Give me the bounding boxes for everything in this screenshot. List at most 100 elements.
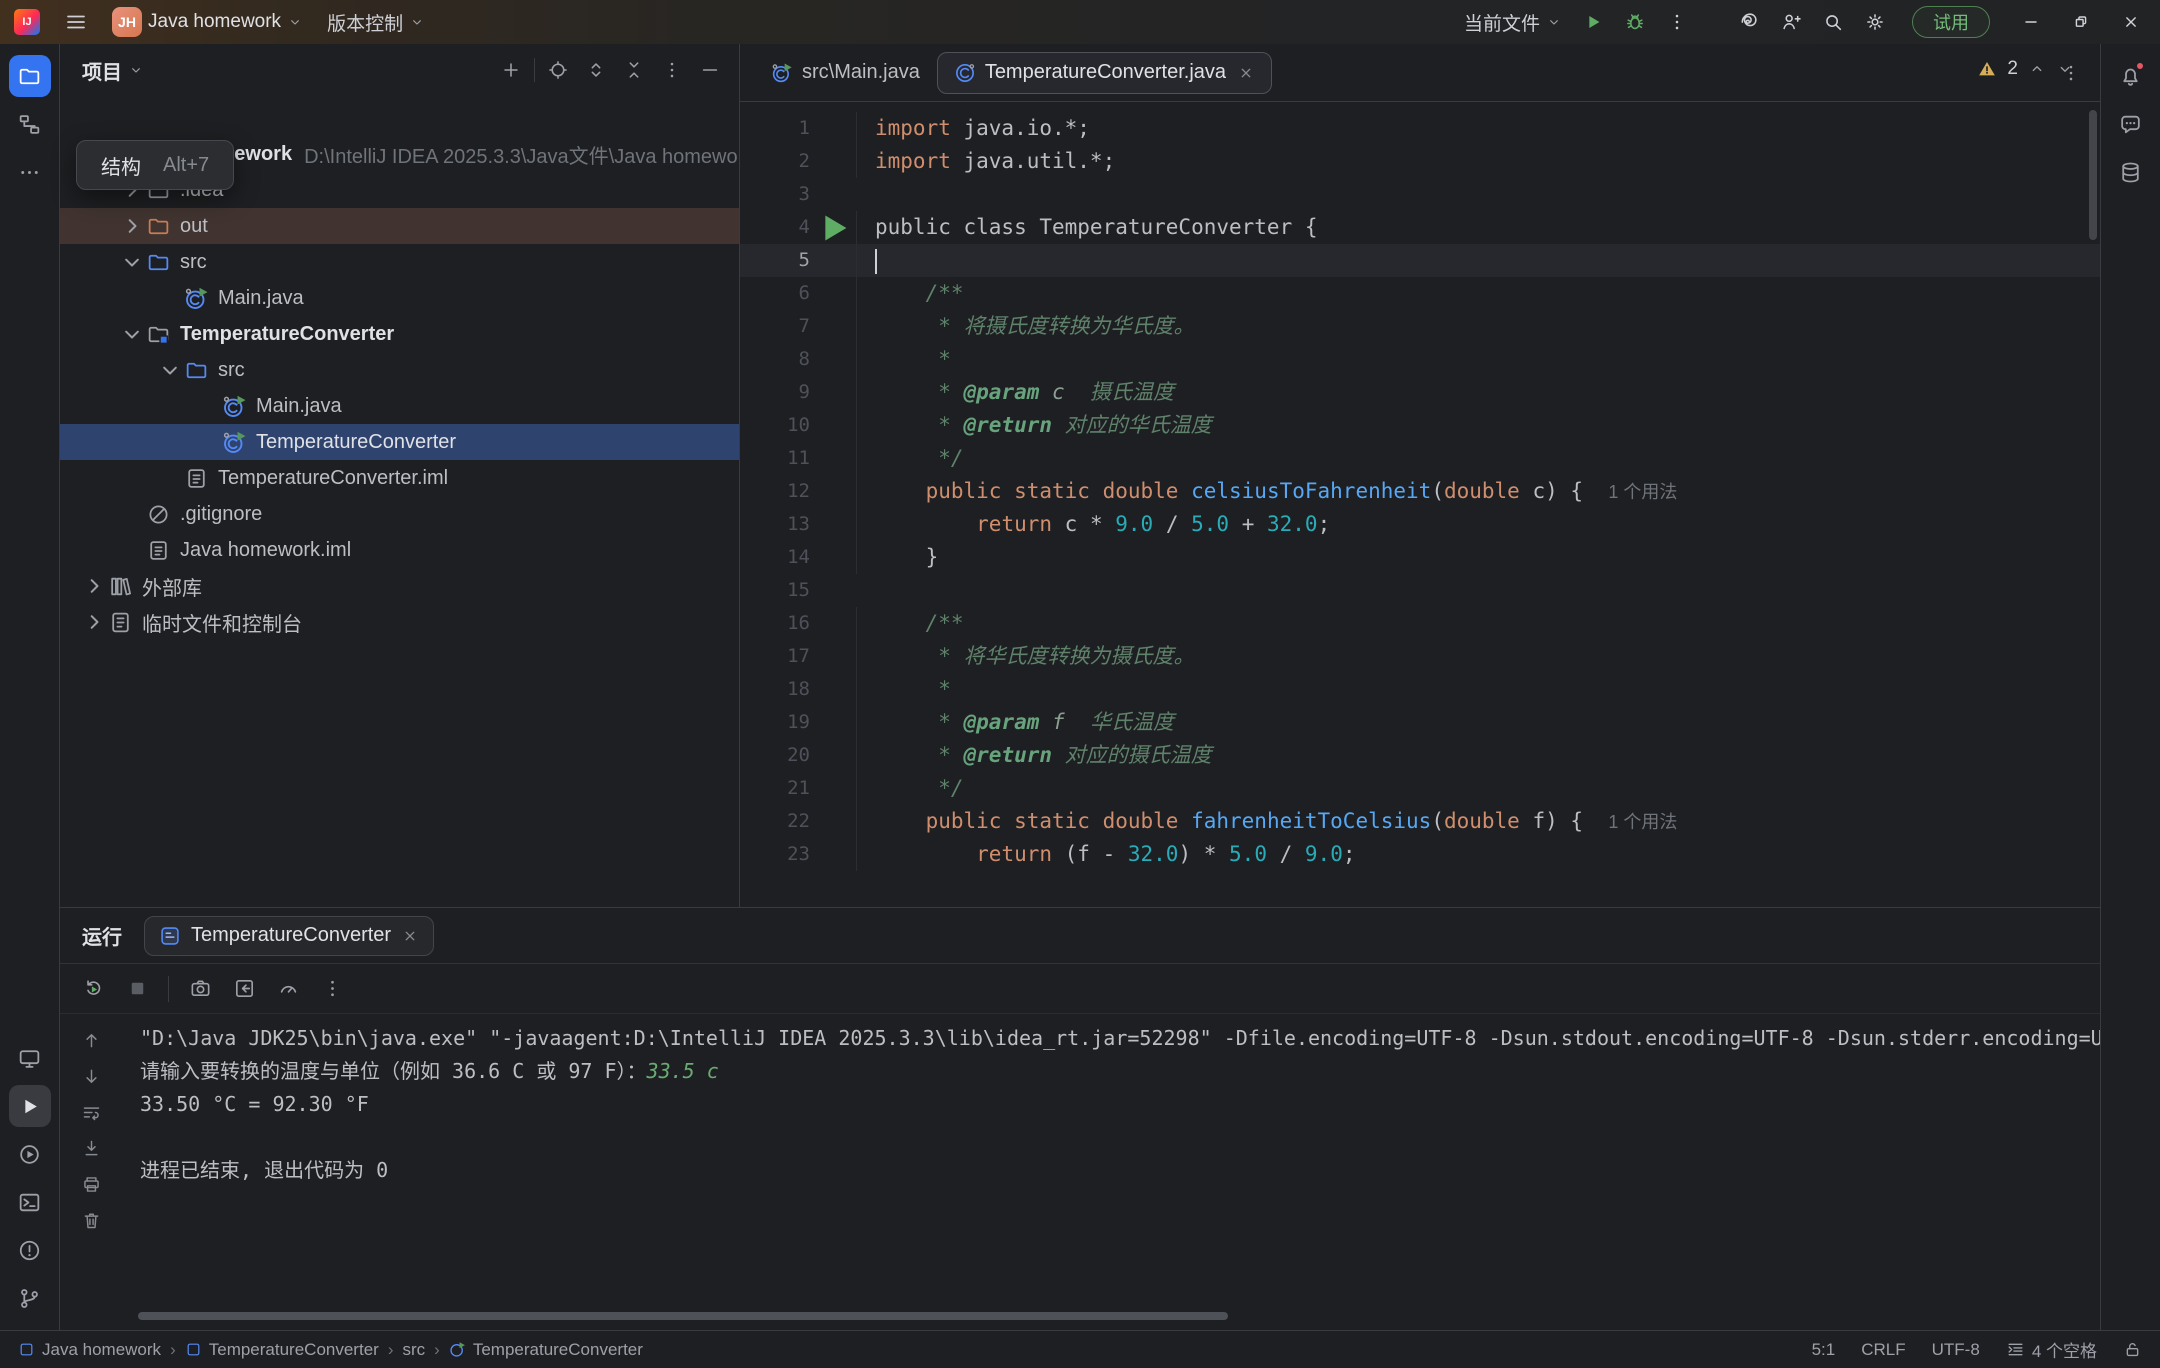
code-line-13[interactable]: 13 return c * 9.0 / 5.0 + 32.0; bbox=[740, 508, 2100, 541]
code-line-3[interactable]: 3 bbox=[740, 178, 2100, 211]
tree-item-main.java[interactable]: Main.java bbox=[60, 388, 739, 424]
code-line-5[interactable]: 5 bbox=[740, 244, 2100, 277]
inspections-widget[interactable]: 2 bbox=[1977, 58, 2074, 80]
services-button[interactable] bbox=[9, 1133, 51, 1175]
line-number[interactable]: 15 bbox=[740, 574, 810, 607]
caret-position[interactable]: 5:1 bbox=[1812, 1340, 1836, 1360]
code-line-22[interactable]: 22 public static double fahrenheitToCels… bbox=[740, 805, 2100, 838]
tree-item-.gitignore[interactable]: .gitignore bbox=[60, 496, 739, 532]
run-button[interactable] bbox=[1574, 4, 1612, 40]
tree-item-src[interactable]: src bbox=[60, 244, 739, 280]
tree-item-临时文件和控制台[interactable]: 临时文件和控制台 bbox=[60, 604, 739, 640]
expand-all-button[interactable] bbox=[577, 51, 615, 89]
settings-button[interactable] bbox=[1856, 4, 1894, 40]
line-number[interactable]: 20 bbox=[740, 739, 810, 772]
line-number[interactable]: 6 bbox=[740, 277, 810, 310]
code-line-14[interactable]: 14 } bbox=[740, 541, 2100, 574]
prev-warning-icon[interactable] bbox=[2028, 60, 2046, 78]
chevron-down-icon[interactable] bbox=[118, 248, 146, 276]
line-number[interactable]: 2 bbox=[740, 145, 810, 178]
clear-button[interactable] bbox=[73, 1202, 109, 1238]
run-button[interactable] bbox=[9, 1085, 51, 1127]
tree-item-外部库[interactable]: 外部库 bbox=[60, 568, 739, 604]
problems-button[interactable] bbox=[9, 1229, 51, 1271]
line-number[interactable]: 8 bbox=[740, 343, 810, 376]
more-actions-button[interactable] bbox=[1658, 4, 1696, 40]
next-warning-icon[interactable] bbox=[2056, 60, 2074, 78]
arrow-down-button[interactable] bbox=[73, 1058, 109, 1094]
code-line-9[interactable]: 9 * @param c 摄氏温度 bbox=[740, 376, 2100, 409]
code-line-8[interactable]: 8 * bbox=[740, 343, 2100, 376]
project-tree[interactable]: Java homeworkD:\IntelliJ IDEA 2025.3.3\J… bbox=[60, 96, 739, 907]
line-number[interactable]: 12 bbox=[740, 475, 810, 508]
import-console-button[interactable] bbox=[225, 970, 263, 1008]
soft-wrap-button[interactable] bbox=[73, 1094, 109, 1130]
scroll-to-end-button[interactable] bbox=[73, 1130, 109, 1166]
code-editor[interactable]: 1import java.io.*;2import java.util.*;34… bbox=[740, 102, 2100, 907]
project-folder-button[interactable] bbox=[9, 55, 51, 97]
vcs-widget[interactable]: 版本控制 bbox=[319, 4, 433, 40]
line-number[interactable]: 22 bbox=[740, 805, 810, 838]
code-line-18[interactable]: 18 * bbox=[740, 673, 2100, 706]
more-horizontal-button[interactable] bbox=[9, 151, 51, 193]
tree-item-temperatureconverter[interactable]: TemperatureConverter bbox=[60, 316, 739, 352]
line-number[interactable]: 17 bbox=[740, 640, 810, 673]
line-number[interactable]: 5 bbox=[740, 244, 810, 277]
console-output[interactable]: "D:\Java JDK25\bin\java.exe" "-javaagent… bbox=[122, 1014, 2100, 1330]
hide-button[interactable] bbox=[691, 51, 729, 89]
project-panel-title[interactable]: 项目 bbox=[82, 56, 144, 85]
code-line-16[interactable]: 16 /** bbox=[740, 607, 2100, 640]
ai-assistant-button[interactable] bbox=[1730, 4, 1768, 40]
tree-item-src[interactable]: src bbox=[60, 352, 739, 388]
more-vertical-button[interactable] bbox=[313, 970, 351, 1008]
rerun-button[interactable] bbox=[74, 970, 112, 1008]
code-line-10[interactable]: 10 * @return 对应的华氏温度 bbox=[740, 409, 2100, 442]
scrollbar-thumb[interactable] bbox=[2089, 110, 2097, 240]
code-line-12[interactable]: 12 public static double celsiusToFahrenh… bbox=[740, 475, 2100, 508]
line-number[interactable]: 23 bbox=[740, 838, 810, 871]
close-icon[interactable] bbox=[401, 927, 419, 945]
code-line-2[interactable]: 2import java.util.*; bbox=[740, 145, 2100, 178]
add-button[interactable] bbox=[492, 51, 530, 89]
window-restore-button[interactable] bbox=[2058, 2, 2104, 42]
breadcrumb-item-src[interactable]: src bbox=[402, 1340, 425, 1360]
tree-item-java-homework.iml[interactable]: Java homework.iml bbox=[60, 532, 739, 568]
print-button[interactable] bbox=[73, 1166, 109, 1202]
line-number[interactable]: 7 bbox=[740, 310, 810, 343]
terminal-button[interactable] bbox=[9, 1181, 51, 1223]
search-everywhere-button[interactable] bbox=[1814, 4, 1852, 40]
chevron-down-icon[interactable] bbox=[118, 320, 146, 348]
scrollbar-thumb[interactable] bbox=[138, 1312, 1228, 1320]
stop-button[interactable] bbox=[118, 970, 156, 1008]
line-number[interactable]: 16 bbox=[740, 607, 810, 640]
line-number[interactable]: 1 bbox=[740, 112, 810, 145]
ai-assistant-button[interactable] bbox=[2110, 103, 2152, 145]
code-with-me-button[interactable] bbox=[1772, 4, 1810, 40]
database-button[interactable] bbox=[2110, 151, 2152, 193]
project-widget[interactable]: JH Java homework bbox=[104, 4, 311, 40]
build-button[interactable] bbox=[9, 1037, 51, 1079]
chevron-right-icon[interactable] bbox=[118, 212, 146, 240]
locate-button[interactable] bbox=[539, 51, 577, 89]
line-number[interactable]: 10 bbox=[740, 409, 810, 442]
code-line-11[interactable]: 11 */ bbox=[740, 442, 2100, 475]
window-close-button[interactable] bbox=[2108, 2, 2154, 42]
code-line-21[interactable]: 21 */ bbox=[740, 772, 2100, 805]
gauge-button[interactable] bbox=[269, 970, 307, 1008]
line-separator[interactable]: CRLF bbox=[1861, 1340, 1905, 1360]
code-line-23[interactable]: 23 return (f - 32.0) * 5.0 / 9.0; bbox=[740, 838, 2100, 871]
camera-button[interactable] bbox=[181, 970, 219, 1008]
tree-item-main.java[interactable]: Main.java bbox=[60, 280, 739, 316]
run-gutter-icon[interactable] bbox=[810, 205, 856, 251]
code-line-6[interactable]: 6 /** bbox=[740, 277, 2100, 310]
run-config-selector[interactable]: 当前文件 bbox=[1456, 4, 1570, 40]
more-vertical-button[interactable] bbox=[653, 51, 691, 89]
arrow-up-button[interactable] bbox=[73, 1022, 109, 1058]
code-line-20[interactable]: 20 * @return 对应的摄氏温度 bbox=[740, 739, 2100, 772]
chevron-down-icon[interactable] bbox=[156, 356, 184, 384]
file-encoding[interactable]: UTF-8 bbox=[1932, 1340, 1980, 1360]
file-lock-toggle[interactable] bbox=[2123, 1340, 2142, 1359]
chevron-right-icon[interactable] bbox=[80, 608, 108, 636]
code-line-19[interactable]: 19 * @param f 华氏温度 bbox=[740, 706, 2100, 739]
version-control-button[interactable] bbox=[9, 1277, 51, 1319]
